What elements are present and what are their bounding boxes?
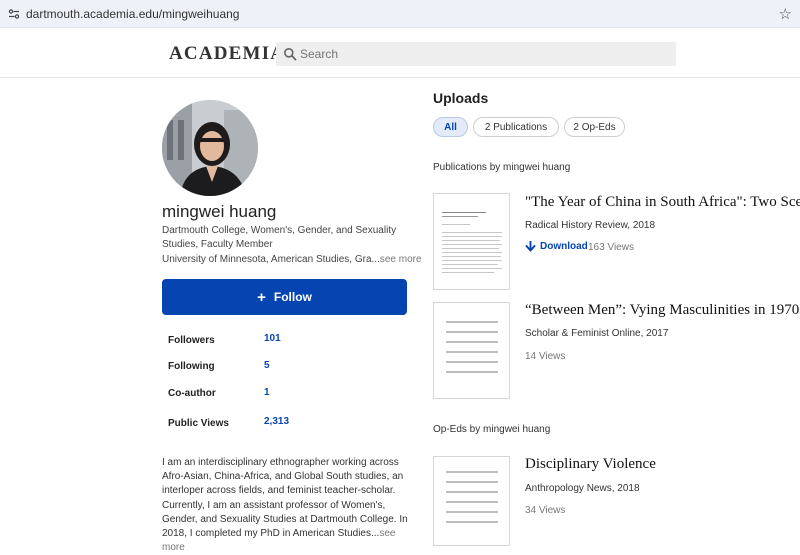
avatar bbox=[162, 100, 258, 196]
search-input[interactable] bbox=[300, 42, 670, 66]
plus-icon: + bbox=[257, 288, 266, 306]
profile-photo bbox=[162, 100, 258, 196]
download-label: Download bbox=[540, 241, 588, 252]
oped-meta: Anthropology News, 2018 bbox=[525, 483, 640, 494]
publication-meta: Radical History Review, 2018 bbox=[525, 220, 656, 231]
stat-followers-label: Followers bbox=[168, 335, 215, 346]
stat-coauthor-label: Co-author bbox=[168, 388, 216, 399]
oped-title[interactable]: Disciplinary Violence bbox=[525, 456, 656, 473]
oped-thumbnail[interactable] bbox=[433, 456, 510, 546]
see-more-link[interactable]: see more bbox=[380, 254, 422, 265]
tab-publications[interactable]: 2 Publications bbox=[473, 117, 559, 137]
stat-followers-value[interactable]: 101 bbox=[264, 333, 281, 344]
profile-affiliation-secondary: University of Minnesota, American Studie… bbox=[162, 254, 422, 265]
download-arrow-icon bbox=[525, 241, 536, 252]
tab-op-eds[interactable]: 2 Op-Eds bbox=[564, 117, 625, 137]
opeds-section-label: Op-Eds by mingwei huang bbox=[433, 424, 551, 435]
browser-address-bar: dartmouth.academia.edu/mingweihuang ☆ bbox=[0, 0, 800, 28]
star-icon[interactable]: ☆ bbox=[779, 5, 792, 23]
stat-public-views-value[interactable]: 2,313 bbox=[264, 416, 289, 427]
publication-thumbnail[interactable] bbox=[433, 193, 510, 290]
search-icon bbox=[284, 48, 297, 61]
profile-affiliation: Dartmouth College, Women's, Gender, and … bbox=[162, 225, 397, 250]
stat-public-views-label: Public Views bbox=[168, 418, 229, 429]
publication-views: 163 Views bbox=[588, 242, 634, 253]
search-box[interactable] bbox=[276, 42, 676, 66]
site-settings-icon[interactable] bbox=[8, 8, 20, 20]
download-button[interactable]: Download bbox=[525, 241, 588, 252]
uploads-heading: Uploads bbox=[433, 90, 489, 106]
profile-bio: I am an interdisciplinary ethnographer w… bbox=[162, 456, 412, 555]
affiliation-secondary-text: University of Minnesota, American Studie… bbox=[162, 254, 380, 265]
publication-thumbnail[interactable] bbox=[433, 302, 510, 399]
publication-views: 14 Views bbox=[525, 351, 566, 362]
bio-text: I am an interdisciplinary ethnographer w… bbox=[162, 457, 408, 540]
follow-button[interactable]: + Follow bbox=[162, 279, 407, 315]
profile-name: mingwei huang bbox=[162, 202, 277, 221]
publication-title[interactable]: “Between Men”: Vying Masculinities in 19… bbox=[525, 302, 800, 319]
stat-following-label: Following bbox=[168, 361, 215, 372]
publications-section-label: Publications by mingwei huang bbox=[433, 162, 571, 173]
follow-label: Follow bbox=[273, 290, 312, 304]
stat-coauthor-value[interactable]: 1 bbox=[264, 387, 270, 398]
publication-meta: Scholar & Feminist Online, 2017 bbox=[525, 328, 669, 339]
oped-views: 34 Views bbox=[525, 505, 566, 516]
academia-logo[interactable]: ACADEMIA bbox=[169, 43, 285, 65]
url-text[interactable]: dartmouth.academia.edu/mingweihuang bbox=[26, 7, 239, 21]
site-header: ACADEMIA bbox=[0, 28, 800, 78]
tab-all[interactable]: All bbox=[433, 117, 468, 137]
publication-title[interactable]: "The Year of China in South Africa": Two… bbox=[525, 194, 800, 211]
stat-following-value[interactable]: 5 bbox=[264, 360, 270, 371]
